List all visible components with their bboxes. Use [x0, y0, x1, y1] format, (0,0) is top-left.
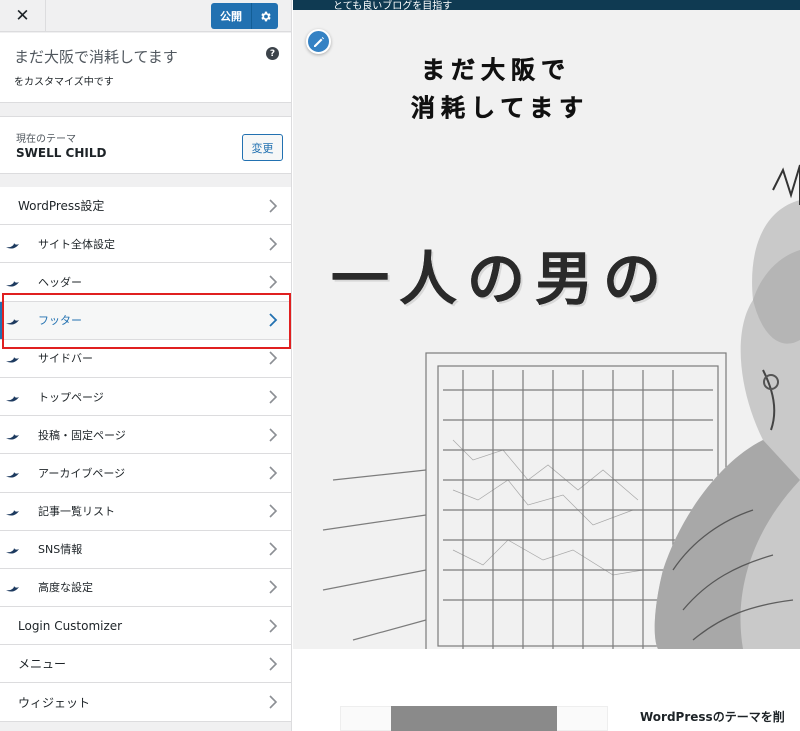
chevron-right-icon [269, 428, 278, 442]
swell-logo-icon [6, 548, 19, 554]
publish-button[interactable]: 公開 [211, 3, 251, 29]
menu-item-sns-info[interactable]: SNS情報 [0, 530, 291, 569]
content-area: WordPressのテーマを削 [293, 649, 800, 731]
publish-group: 公開 [211, 3, 278, 29]
swell-logo-icon [6, 242, 19, 249]
menu-item-label: ウィジェット [18, 695, 91, 710]
help-icon[interactable]: ? [266, 47, 279, 60]
menu-item-footer[interactable]: フッター [0, 301, 291, 340]
chevron-right-icon [269, 580, 278, 595]
chevron-right-icon [269, 199, 278, 213]
chevron-right-icon [269, 504, 278, 518]
menu-item-label: 投稿・固定ページ [38, 428, 126, 442]
hero-big-text: 一人の男の [331, 245, 672, 313]
site-info: まだ大阪で消耗してます をカスタマイズ中です ? [0, 33, 291, 103]
customizer-menu: WordPress設定 サイト全体設定 ヘッダー フッター サイドバー トップペ… [0, 187, 291, 722]
hero-image: まだ大阪で 消耗してます 一人の男の [293, 10, 800, 649]
swell-logo-icon [6, 280, 19, 287]
swell-logo-icon [6, 395, 19, 402]
menu-item-label: メニュー [18, 657, 67, 672]
swell-logo-icon [6, 357, 19, 363]
chevron-right-icon [269, 275, 278, 289]
menu-item-posts-pages[interactable]: 投稿・固定ページ [0, 416, 291, 455]
publish-settings-button[interactable] [251, 3, 278, 29]
menu-item-widgets[interactable]: ウィジェット [0, 683, 291, 722]
menu-item-label: WordPress設定 [18, 199, 105, 214]
post-thumbnail-image [391, 706, 557, 731]
menu-item-label: フッター [38, 314, 82, 328]
swell-logo-icon [6, 433, 19, 440]
swell-logo-icon [6, 471, 19, 478]
current-theme-label: 現在のテーマ [16, 134, 76, 145]
current-theme-name: SWELL CHILD [16, 146, 107, 160]
chevron-right-icon [269, 237, 278, 251]
chevron-right-icon [269, 657, 278, 671]
menu-item-label: サイト全体設定 [38, 237, 115, 251]
menu-item-label: 高度な設定 [38, 581, 93, 595]
chevron-right-icon [269, 351, 278, 365]
chevron-right-icon [269, 313, 278, 327]
menu-item-label: トップページ [38, 390, 104, 404]
menu-item-label: アーカイブページ [38, 466, 126, 480]
customizer-panel: ✕ 公開 まだ大阪で消耗してます をカスタマイズ中です ? 現在のテーマ SWE… [0, 0, 292, 731]
site-title: まだ大阪で消耗してます [14, 48, 178, 66]
current-theme-section: 現在のテーマ SWELL CHILD 変更 [0, 116, 291, 174]
menu-item-label: ヘッダー [38, 275, 82, 289]
menu-item-wordpress-settings[interactable]: WordPress設定 [0, 187, 291, 226]
menu-item-site-settings[interactable]: サイト全体設定 [0, 225, 291, 264]
customizer-header: ✕ 公開 [0, 0, 291, 32]
menu-item-advanced-settings[interactable]: 高度な設定 [0, 568, 291, 608]
menu-item-menus[interactable]: メニュー [0, 645, 291, 684]
close-button[interactable]: ✕ [0, 0, 46, 32]
chevron-right-icon [269, 542, 278, 556]
change-theme-button[interactable]: 変更 [242, 134, 283, 161]
hero-title-line-2: 消耗してます [411, 94, 590, 123]
menu-item-archive-page[interactable]: アーカイブページ [0, 454, 291, 493]
menu-item-login-customizer[interactable]: Login Customizer [0, 607, 291, 646]
customizing-subtitle: をカスタマイズ中です [14, 77, 114, 88]
swell-logo-icon [6, 586, 19, 593]
menu-item-sidebar[interactable]: サイドバー [0, 339, 291, 378]
hero-title-line-1: まだ大阪で [421, 56, 571, 85]
menu-item-header[interactable]: ヘッダー [0, 263, 291, 302]
menu-item-label: サイドバー [38, 352, 93, 366]
swell-logo-icon [6, 510, 19, 516]
chevron-right-icon [269, 389, 278, 404]
edit-shortcut-button[interactable] [306, 29, 331, 54]
menu-item-post-list[interactable]: 記事一覧リスト [0, 492, 291, 531]
chevron-right-icon [269, 466, 278, 480]
menu-item-label: SNS情報 [38, 543, 83, 557]
gear-icon [260, 11, 271, 21]
menu-item-top-page[interactable]: トップページ [0, 377, 291, 417]
swell-logo-icon [6, 319, 19, 325]
menu-item-label: Login Customizer [18, 618, 123, 633]
post-title[interactable]: WordPressのテーマを削 [640, 708, 785, 725]
chevron-right-icon [269, 619, 278, 633]
site-tagline: とても良いブログを目指す [333, 1, 453, 12]
chevron-right-icon [269, 695, 278, 709]
tagline-bar: とても良いブログを目指す [293, 0, 800, 12]
pencil-icon [313, 36, 324, 47]
menu-item-label: 記事一覧リスト [38, 505, 115, 519]
site-preview: まだ大阪で 消耗してます 一人の男の とても良いブログを目指す WordPres… [293, 0, 800, 731]
